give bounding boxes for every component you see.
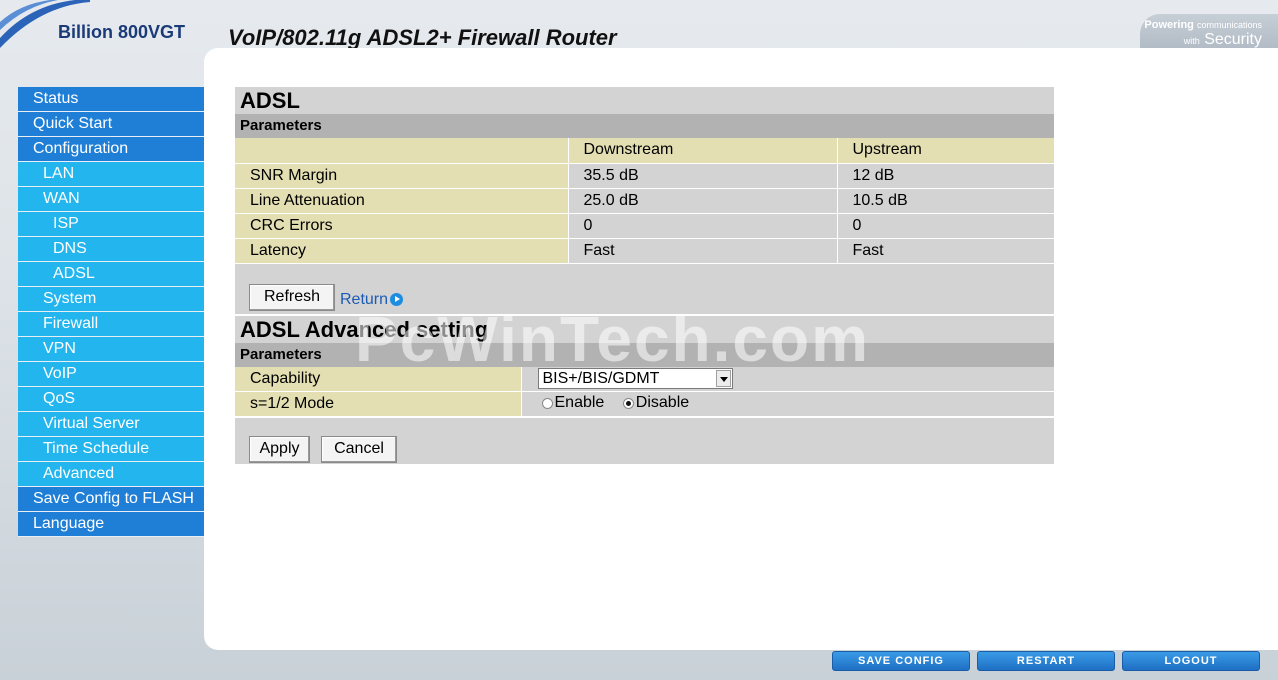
advanced-section: ADSL Advanced setting Parameters Capabil… bbox=[235, 313, 1054, 464]
powering-security-logo: Powering communications with Security bbox=[1144, 19, 1262, 48]
table-row: Capability BIS+/BIS/GDMT bbox=[235, 366, 1054, 392]
sidebar-item-qos[interactable]: QoS bbox=[18, 387, 204, 412]
attenuation-downstream-value: 25.0 dB bbox=[568, 188, 838, 214]
refresh-button[interactable]: Refresh bbox=[249, 283, 335, 311]
crc-upstream-value: 0 bbox=[837, 213, 1054, 239]
sidebar-item-isp[interactable]: ISP bbox=[18, 212, 204, 237]
attenuation-upstream-value: 10.5 dB bbox=[837, 188, 1054, 214]
main-content: ADSL Parameters Downstream Upstream SNR … bbox=[235, 87, 1054, 464]
sidebar-item-save-config-flash[interactable]: Save Config to FLASH bbox=[18, 487, 204, 512]
adsl-button-area: Refresh Return bbox=[235, 263, 1054, 314]
cancel-button[interactable]: Cancel bbox=[321, 436, 397, 463]
column-header-upstream: Upstream bbox=[837, 138, 1054, 164]
table-row: s=1/2 Mode Enable Disable bbox=[235, 391, 1054, 417]
chevron-down-icon bbox=[715, 370, 731, 388]
table-row: Line Attenuation 25.0 dB 10.5 dB bbox=[235, 188, 1054, 214]
capability-selected-value: BIS+/BIS/GDMT bbox=[542, 370, 660, 388]
column-header-empty bbox=[235, 138, 569, 164]
advanced-parameters-heading: Parameters bbox=[235, 342, 1054, 367]
capability-label: Capability bbox=[235, 366, 522, 392]
row-label-line-attenuation: Line Attenuation bbox=[235, 188, 569, 214]
return-arrow-icon bbox=[390, 293, 404, 306]
snr-upstream-value: 12 dB bbox=[837, 163, 1054, 189]
return-link[interactable]: Return bbox=[340, 290, 404, 309]
adsl-section-title: ADSL bbox=[235, 87, 1054, 114]
brand-name: Billion 800VGT bbox=[58, 22, 186, 42]
table-row: CRC Errors 0 0 bbox=[235, 213, 1054, 239]
advanced-button-area: Apply Cancel bbox=[235, 417, 1054, 464]
enable-radio[interactable] bbox=[541, 397, 553, 409]
advanced-section-title: ADSL Advanced setting bbox=[235, 315, 1054, 343]
snr-downstream-value: 35.5 dB bbox=[568, 163, 838, 189]
enable-radio-option[interactable]: Enable bbox=[541, 394, 605, 412]
restart-button[interactable]: RESTART bbox=[977, 651, 1115, 671]
row-label-latency: Latency bbox=[235, 238, 569, 264]
latency-downstream-value: Fast bbox=[568, 238, 838, 264]
crc-downstream-value: 0 bbox=[568, 213, 838, 239]
sidebar-item-dns[interactable]: DNS bbox=[18, 237, 204, 262]
logout-button[interactable]: LOGOUT bbox=[1122, 651, 1260, 671]
sidebar-item-virtual-server[interactable]: Virtual Server bbox=[18, 412, 204, 437]
mode-label: s=1/2 Mode bbox=[235, 391, 522, 417]
sidebar-item-advanced[interactable]: Advanced bbox=[18, 462, 204, 487]
sidebar-item-vpn[interactable]: VPN bbox=[18, 337, 204, 362]
advanced-parameters-table: Capability BIS+/BIS/GDMT s=1/2 Mode Enab… bbox=[235, 366, 1054, 417]
sidebar-item-time-schedule[interactable]: Time Schedule bbox=[18, 437, 204, 462]
sidebar-item-language[interactable]: Language bbox=[18, 512, 204, 537]
sidebar-nav: Status Quick Start Configuration LAN WAN… bbox=[18, 87, 204, 537]
sidebar-item-wan[interactable]: WAN bbox=[18, 187, 204, 212]
sidebar-item-firewall[interactable]: Firewall bbox=[18, 312, 204, 337]
enable-label: Enable bbox=[554, 394, 605, 412]
table-row: SNR Margin 35.5 dB 12 dB bbox=[235, 163, 1054, 189]
capability-select[interactable]: BIS+/BIS/GDMT bbox=[537, 368, 733, 390]
sidebar-item-quick-start[interactable]: Quick Start bbox=[18, 112, 204, 137]
column-header-downstream: Downstream bbox=[568, 138, 838, 164]
sidebar-item-configuration[interactable]: Configuration bbox=[18, 137, 204, 162]
sidebar-item-adsl[interactable]: ADSL bbox=[18, 262, 204, 287]
save-config-button[interactable]: SAVE CONFIG bbox=[832, 651, 970, 671]
row-label-crc-errors: CRC Errors bbox=[235, 213, 569, 239]
apply-button[interactable]: Apply bbox=[249, 436, 310, 463]
row-label-snr-margin: SNR Margin bbox=[235, 163, 569, 189]
latency-upstream-value: Fast bbox=[837, 238, 1054, 264]
disable-radio[interactable] bbox=[622, 397, 634, 409]
sidebar-item-voip[interactable]: VoIP bbox=[18, 362, 204, 387]
sidebar-item-lan[interactable]: LAN bbox=[18, 162, 204, 187]
disable-label: Disable bbox=[635, 394, 690, 412]
table-header-row: Downstream Upstream bbox=[235, 138, 1054, 164]
table-row: Latency Fast Fast bbox=[235, 238, 1054, 264]
sidebar-item-status[interactable]: Status bbox=[18, 87, 204, 112]
disable-radio-option[interactable]: Disable bbox=[622, 394, 690, 412]
sidebar-item-system[interactable]: System bbox=[18, 287, 204, 312]
adsl-parameters-heading: Parameters bbox=[235, 114, 1054, 138]
return-label: Return bbox=[340, 290, 389, 308]
adsl-parameters-table: Downstream Upstream SNR Margin 35.5 dB 1… bbox=[235, 138, 1054, 264]
